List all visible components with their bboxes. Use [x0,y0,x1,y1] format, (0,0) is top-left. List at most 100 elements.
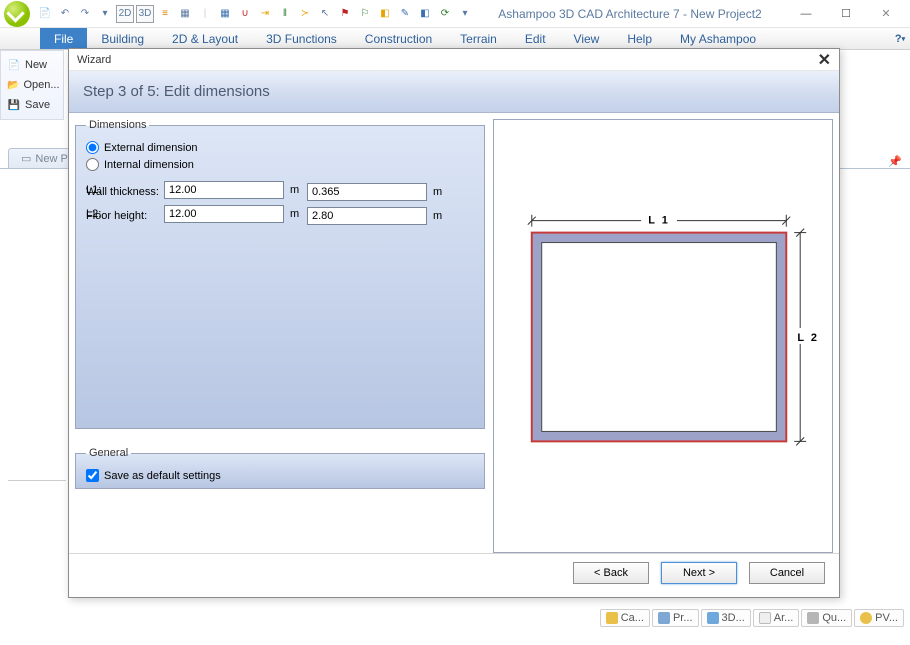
table-icon [807,612,819,624]
menu-myashampoo[interactable]: My Ashampoo [666,28,770,49]
menu-construction[interactable]: Construction [351,28,446,49]
bg-dimension-line [8,480,66,481]
radio-external[interactable]: External dimension [86,141,474,154]
floor-height-input[interactable] [307,207,427,225]
dropdown-icon[interactable]: ▾ [96,5,114,23]
wall-thickness-label: Wall thickness: [86,186,301,198]
save-default-input[interactable] [86,469,99,482]
grid-icon[interactable]: ▦ [216,5,234,23]
back-button[interactable]: < Back [573,562,649,584]
menu-file[interactable]: File [40,28,87,49]
dimensions-legend: Dimensions [86,119,149,131]
refresh-icon[interactable]: ⟳ [436,5,454,23]
snap1-icon[interactable]: ⇥ [256,5,274,23]
wizard-dialog: Wizard ✕ Step 3 of 5: Edit dimensions Di… [68,48,840,598]
minimize-button[interactable]: — [786,4,826,24]
open-icon: 📂 [7,78,19,92]
floor-unit: m [433,210,447,222]
menu-building[interactable]: Building [87,28,158,49]
dialog-close-button[interactable]: ✕ [818,50,831,70]
file-open[interactable]: 📂Open... [1,75,63,95]
file-save[interactable]: 💾 Save [1,95,63,115]
grid-square-icon[interactable]: ▦ [176,5,194,23]
file-new[interactable]: 📄 New [1,55,63,75]
dialog-titlebar: Wizard ✕ [69,49,839,71]
view-3d-button[interactable]: 3D [136,5,154,23]
floor-height-label: Floor height: [86,210,301,222]
layer-icon[interactable]: ◧ [376,5,394,23]
tab-page-icon: ▭ [21,152,31,165]
view-2d-button[interactable]: 2D [116,5,134,23]
general-legend: General [86,447,131,459]
radio-external-label: External dimension [104,142,198,154]
snap3-icon[interactable]: ≻ [296,5,314,23]
radio-external-input[interactable] [86,141,99,154]
new-doc-icon[interactable]: 📄 [36,5,54,23]
marker-icon[interactable]: ⚐ [356,5,374,23]
file-new-label: New [25,59,47,71]
cancel-button[interactable]: Cancel [749,562,825,584]
status-3d[interactable]: 3D... [701,609,751,627]
eraser-icon[interactable]: ◧ [416,5,434,23]
file-panel: 📄 New 📂Open... 💾 Save [0,50,64,120]
status-bar: Ca... Pr... 3D... Ar... Qu... PV... [600,609,904,627]
sun-icon [860,612,872,624]
status-3d-label: 3D... [722,612,745,624]
save-icon: 💾 [7,98,21,112]
dimension-preview: L 1 L 2 [493,119,833,553]
status-catalog-label: Ca... [621,612,644,624]
dropdown2-icon[interactable]: ▾ [456,5,474,23]
wall-unit: m [433,186,447,198]
save-default-checkbox[interactable]: Save as default settings [86,469,474,482]
dialog-footer: < Back Next > Cancel [69,553,839,591]
menu-view[interactable]: View [560,28,614,49]
undo-icon[interactable]: ↶ [56,5,74,23]
preview-l2-label: L 2 [797,332,819,344]
status-catalog[interactable]: Ca... [600,609,650,627]
dimensions-group: Dimensions External dimension Internal d… [75,119,485,429]
menu-3d-functions[interactable]: 3D Functions [252,28,351,49]
grid3d-icon [707,612,719,624]
status-pv-label: PV... [875,612,898,624]
preview-l1-label: L 1 [648,215,670,227]
help-icon[interactable]: ?▾ [890,28,910,49]
dialog-title: Wizard [77,54,111,66]
magnet-icon[interactable]: ∪ [236,5,254,23]
wall-thickness-input[interactable] [307,183,427,201]
quick-access-toolbar: 📄 ↶ ↷ ▾ 2D 3D ≡ ▦ | ▦ ∪ ⇥ ‖ ≻ ↖ ⚑ ⚐ ◧ ✎ … [36,5,474,23]
status-pv[interactable]: PV... [854,609,904,627]
menu-2d-layout[interactable]: 2D & Layout [158,28,252,49]
window-title: Ashampoo 3D CAD Architecture 7 - New Pro… [474,7,786,21]
menu-edit[interactable]: Edit [511,28,560,49]
new-icon: 📄 [7,58,21,72]
menu-terrain[interactable]: Terrain [446,28,511,49]
save-default-label: Save as default settings [104,470,221,482]
status-properties-label: Pr... [673,612,693,624]
menu-help[interactable]: Help [613,28,666,49]
folder-icon [606,612,618,624]
brush-icon[interactable]: ✎ [396,5,414,23]
next-button[interactable]: Next > [661,562,737,584]
align-icon[interactable]: ≡ [156,5,174,23]
redo-icon[interactable]: ↷ [76,5,94,23]
status-quantity[interactable]: Qu... [801,609,852,627]
flag-icon[interactable]: ⚑ [336,5,354,23]
snap2-icon[interactable]: ‖ [276,5,294,23]
pin-icon[interactable]: 📌 [888,155,902,168]
menu-bar: File Building 2D & Layout 3D Functions C… [0,28,910,50]
status-properties[interactable]: Pr... [652,609,699,627]
app-logo [4,1,30,27]
title-bar: 📄 ↶ ↷ ▾ 2D 3D ≡ ▦ | ▦ ∪ ⇥ ‖ ≻ ↖ ⚑ ⚐ ◧ ✎ … [0,0,910,28]
status-archive-label: Ar... [774,612,794,624]
close-button[interactable]: ✕ [866,4,906,24]
sep-icon: | [196,5,214,23]
tree-icon [658,612,670,624]
sheet-icon [759,612,771,624]
file-save-label: Save [25,99,50,111]
step-header: Step 3 of 5: Edit dimensions [69,71,839,113]
maximize-button[interactable]: ☐ [826,4,866,24]
cursor-icon[interactable]: ↖ [316,5,334,23]
radio-internal-input[interactable] [86,158,99,171]
radio-internal[interactable]: Internal dimension [86,158,474,171]
status-archive[interactable]: Ar... [753,609,800,627]
